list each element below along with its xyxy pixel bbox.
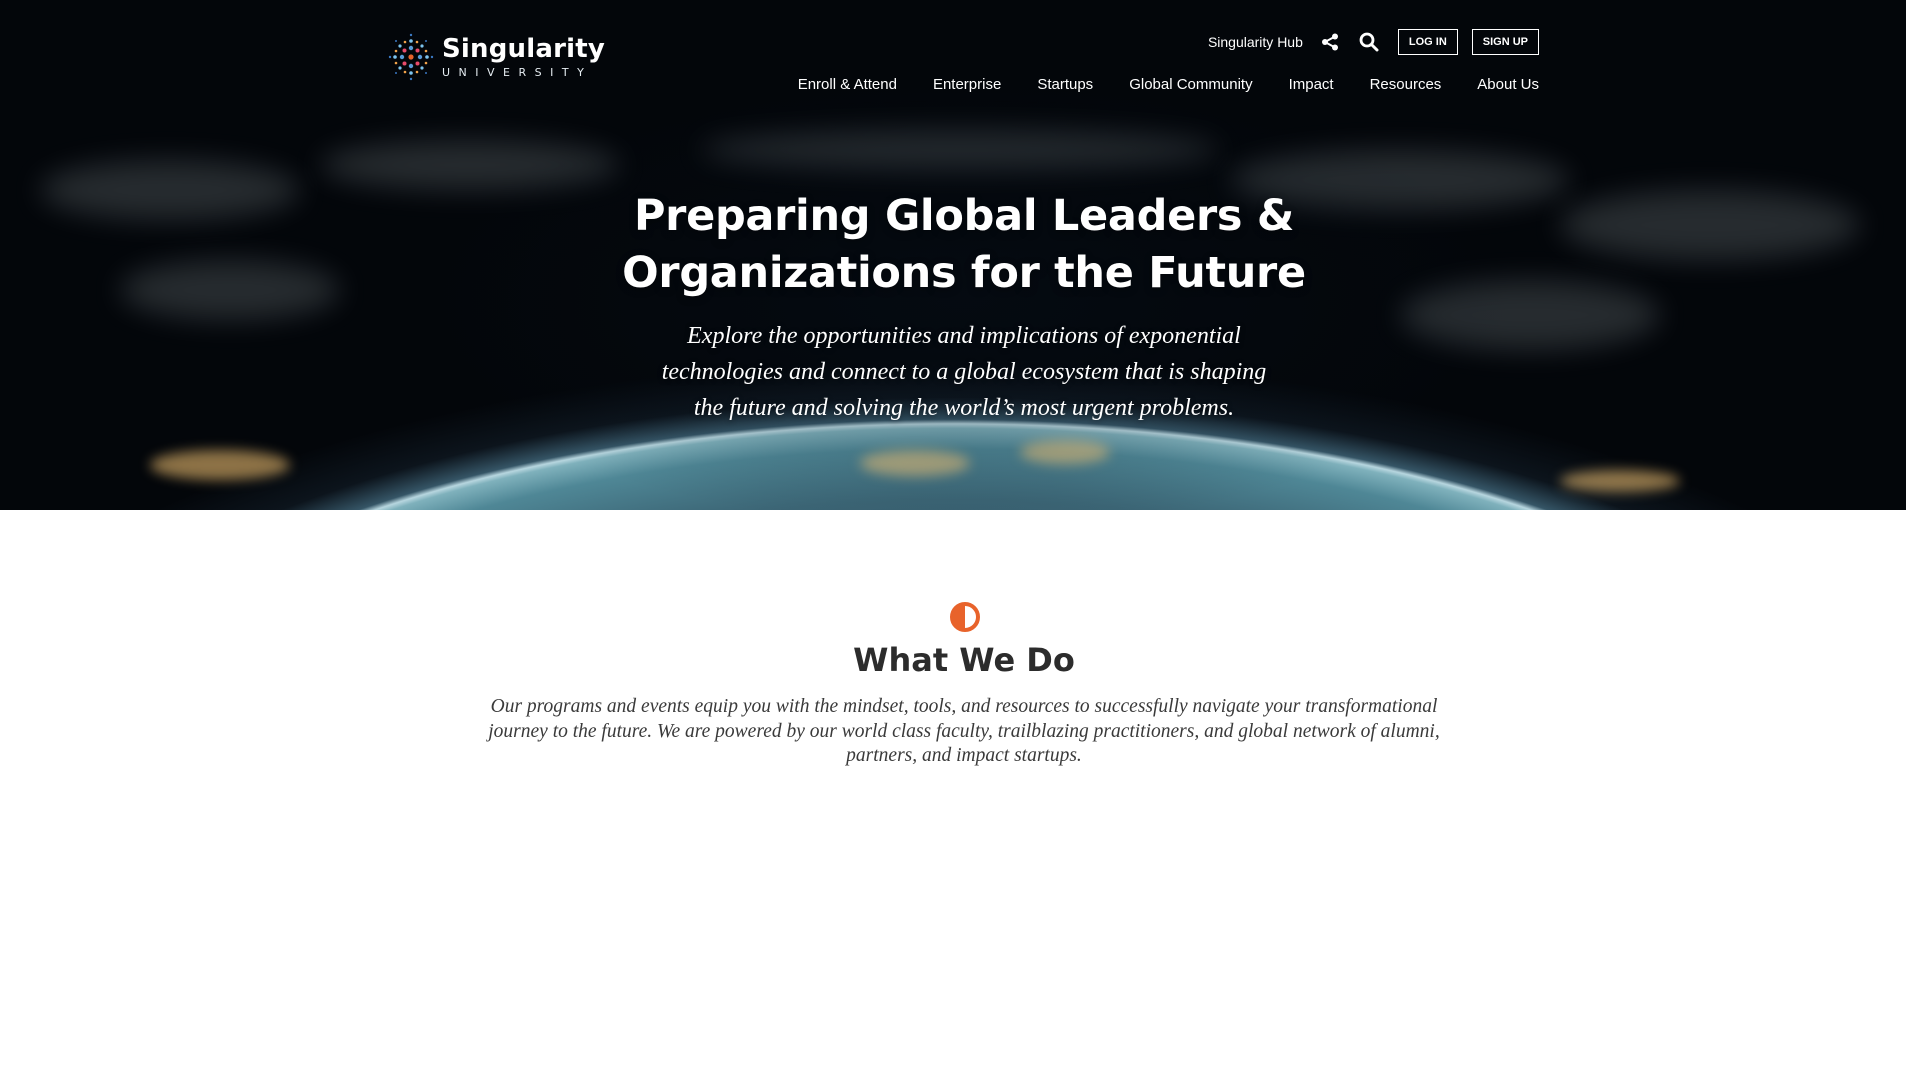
share-icon[interactable]	[1320, 32, 1340, 52]
hero-title-line-2: Organizations for the Future	[622, 248, 1306, 298]
section-title: What We Do	[853, 641, 1075, 679]
nav-item-about-us[interactable]: About Us	[1477, 76, 1539, 93]
logo-starburst-icon	[388, 33, 434, 81]
nav-item-global-community[interactable]: Global Community	[1129, 76, 1252, 93]
utility-bar: Singularity Hub LOG IN SIGN UP	[1208, 28, 1539, 56]
nav-item-resources[interactable]: Resources	[1370, 76, 1442, 93]
hero-title: Preparing Global Leaders & Organizations…	[0, 188, 1906, 302]
nav-item-enterprise[interactable]: Enterprise	[933, 76, 1001, 93]
section-description: Our programs and events equip you with t…	[0, 695, 1928, 769]
hero-subtitle-line-2: technologies and connect to a global eco…	[661, 359, 1267, 385]
singularity-hub-link[interactable]: Singularity Hub	[1208, 34, 1303, 50]
nav-item-startups[interactable]: Startups	[1037, 76, 1093, 93]
hero-banner: Singularity UNIVERSITY Singularity Hub L…	[0, 0, 1906, 510]
section-description-line-2: journey to the future. We are powered by…	[488, 720, 1440, 742]
logo-subtitle: UNIVERSITY	[442, 66, 593, 79]
hero-subtitle: Explore the opportunities and implicatio…	[0, 318, 1906, 426]
logo[interactable]: Singularity UNIVERSITY	[388, 28, 605, 86]
section-description-line-3: partners, and impact startups.	[846, 745, 1082, 766]
signup-button[interactable]: SIGN UP	[1471, 29, 1539, 55]
login-button[interactable]: LOG IN	[1397, 29, 1458, 55]
hero-title-line-1: Preparing Global Leaders &	[633, 191, 1295, 241]
main-nav: Enroll & Attend Enterprise Startups Glob…	[762, 72, 1539, 96]
half-circle-icon	[950, 602, 980, 632]
hero-subtitle-line-3: the future and solving the world’s most …	[693, 395, 1235, 421]
nav-item-impact[interactable]: Impact	[1289, 76, 1334, 93]
logo-name: Singularity	[442, 34, 606, 64]
section-description-line-1: Our programs and events equip you with t…	[490, 696, 1438, 717]
nav-item-enroll-attend[interactable]: Enroll & Attend	[798, 76, 897, 93]
search-icon[interactable]	[1359, 32, 1379, 52]
hero-subtitle-line-1: Explore the opportunities and implicatio…	[687, 323, 1241, 349]
